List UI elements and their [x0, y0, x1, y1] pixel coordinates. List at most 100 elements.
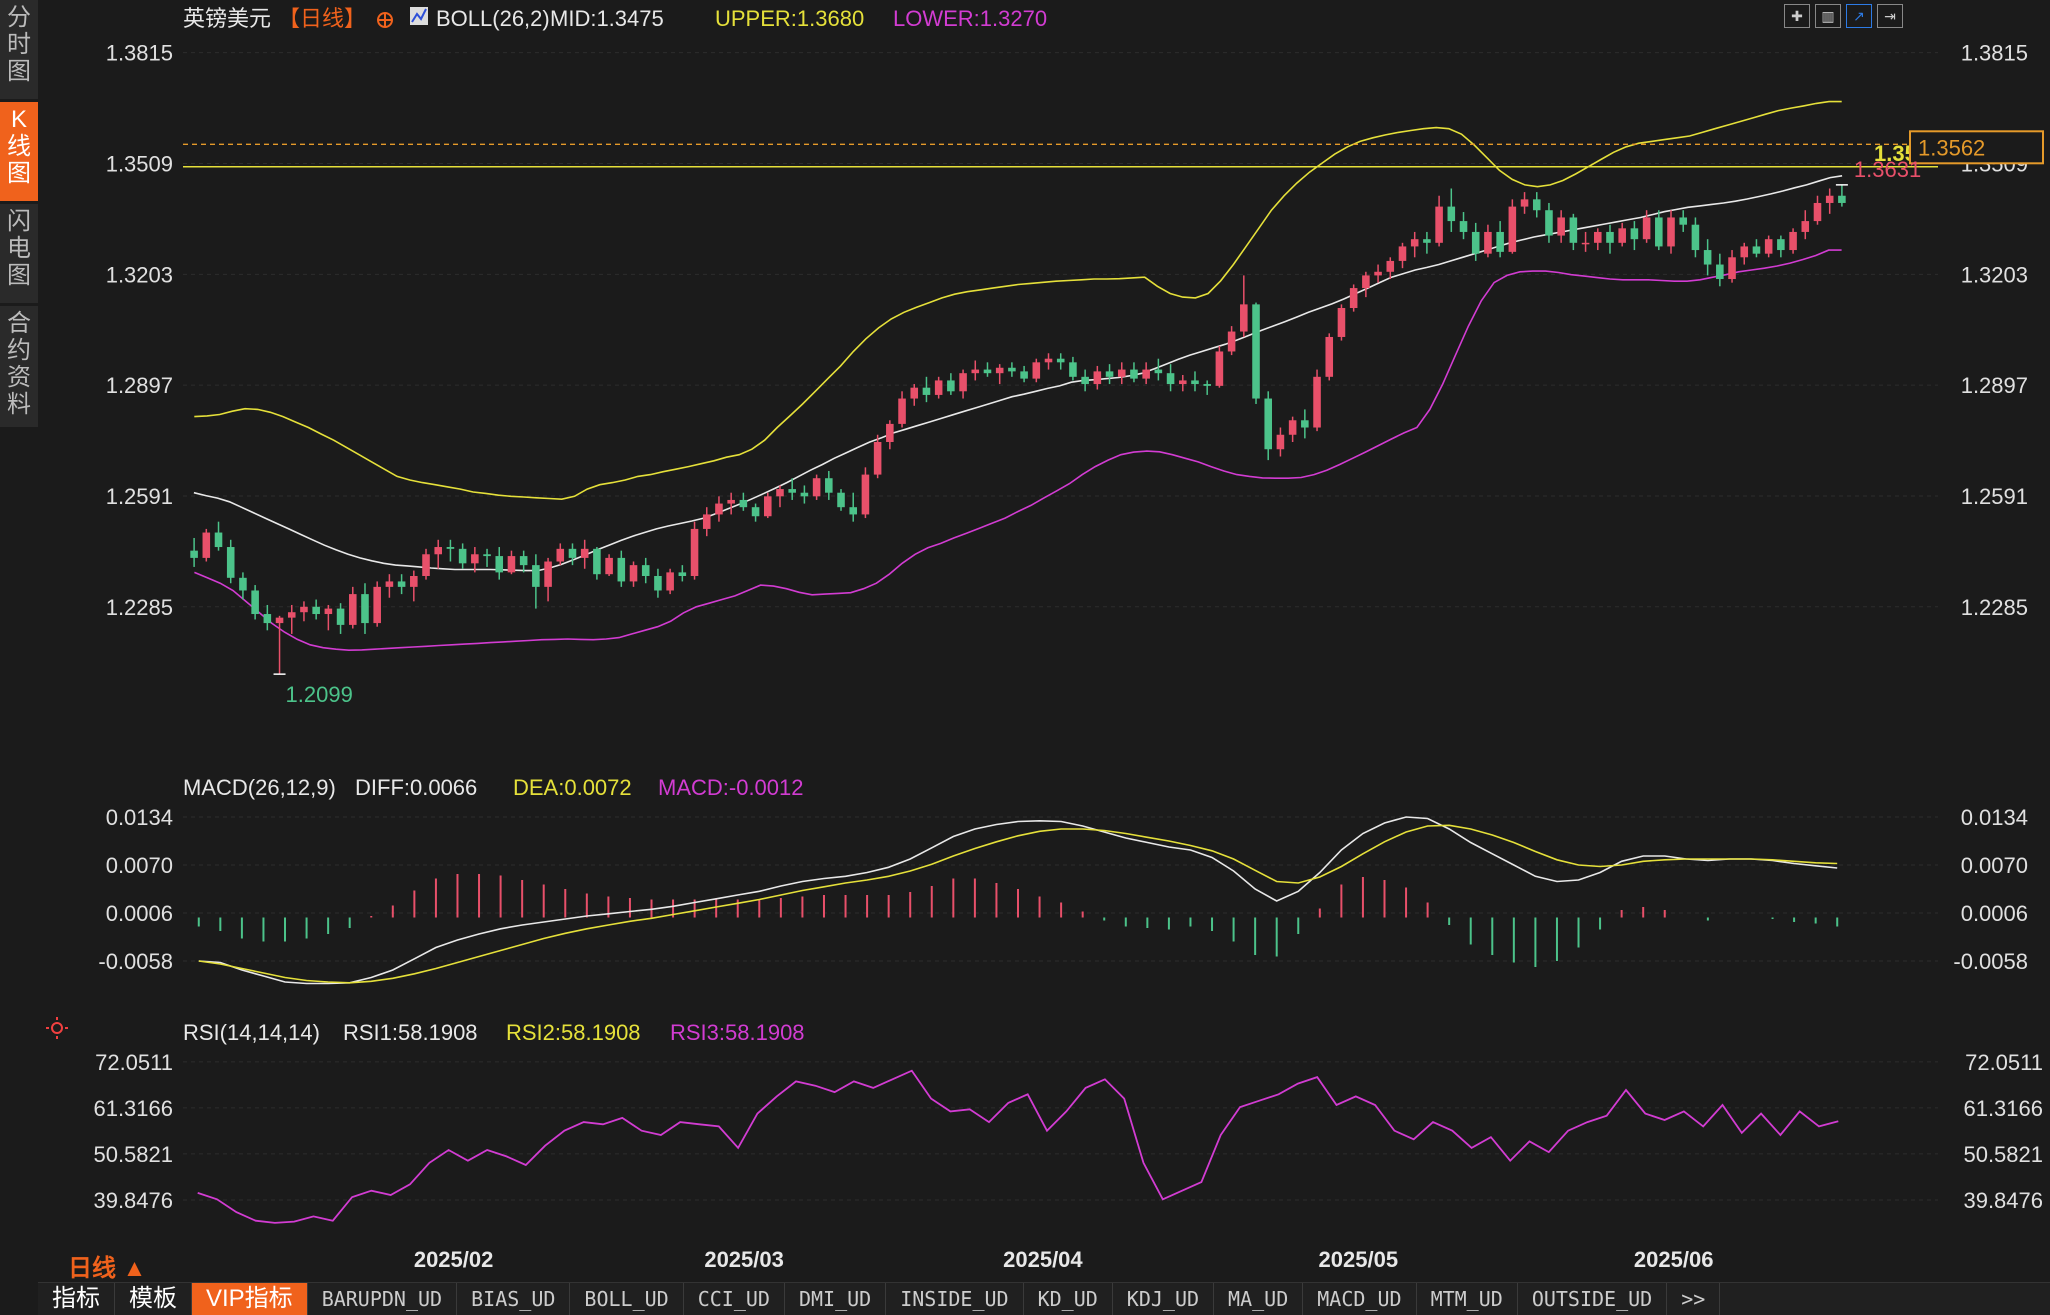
candle-body	[1301, 420, 1309, 428]
tab-vip-indicators[interactable]: VIP指标	[192, 1283, 308, 1315]
candle	[544, 557, 552, 602]
candle-body	[507, 556, 516, 573]
crosshair-icon[interactable]: ✚	[1784, 4, 1810, 28]
candle	[1240, 275, 1248, 337]
candle	[458, 543, 467, 569]
tab-ma-ud[interactable]: MA_UD	[1214, 1283, 1304, 1315]
period-selector[interactable]: 日线 ▲	[68, 1248, 146, 1283]
tab-bias-ud[interactable]: BIAS_UD	[457, 1283, 571, 1315]
tab-flash-chart[interactable]: 闪电图	[0, 204, 38, 304]
candle	[422, 548, 430, 580]
candle-body	[641, 565, 650, 576]
tab-cci-ud[interactable]: CCI_UD	[684, 1283, 785, 1315]
candle	[1349, 284, 1358, 312]
tab-kdj-ud[interactable]: KDJ_UD	[1113, 1283, 1215, 1315]
expand-icon[interactable]: ⇥	[1877, 4, 1903, 28]
candle	[873, 434, 882, 479]
candle-body	[1667, 217, 1675, 247]
tab-contract-info[interactable]: 合约资料	[0, 306, 38, 428]
candle-body	[788, 489, 796, 493]
candle	[1081, 369, 1089, 392]
candle	[1508, 199, 1517, 254]
candle-body	[251, 590, 259, 615]
candle-body	[1166, 373, 1175, 385]
indicator-icon[interactable]	[410, 7, 428, 25]
candle	[287, 604, 296, 634]
candle	[1313, 369, 1321, 432]
candle	[300, 601, 308, 622]
candle	[1813, 195, 1822, 225]
candle	[1276, 427, 1285, 457]
candle-body	[1423, 239, 1431, 243]
candle	[239, 572, 247, 600]
candle-body	[629, 565, 638, 582]
candle-body	[776, 489, 784, 497]
price-tick-left: 1.2285	[106, 595, 173, 620]
candle-body	[715, 503, 723, 515]
candle	[1545, 202, 1553, 243]
tab-kline[interactable]: K线图	[0, 102, 38, 202]
candle	[702, 507, 711, 537]
candle	[898, 391, 906, 428]
rsi-tick-left: 50.5821	[93, 1142, 173, 1167]
price-tick-left: 1.2591	[106, 484, 173, 509]
candle-body	[1545, 210, 1553, 236]
candle	[1581, 231, 1590, 252]
boll-lower: LOWER:1.3270	[893, 6, 1047, 31]
macd-tick-left: -0.0058	[98, 949, 173, 974]
candle-body	[1093, 371, 1102, 385]
price-annotations: 1.35001.35621.36311.2099	[183, 130, 2044, 707]
date-tick: 2025/03	[704, 1247, 784, 1272]
tab-kd-ud[interactable]: KD_UD	[1024, 1283, 1113, 1315]
candle-body	[1252, 304, 1260, 399]
tab-mtm-ud[interactable]: MTM_UD	[1417, 1283, 1518, 1315]
tab-more[interactable]: >>	[1667, 1283, 1721, 1315]
candle-body	[397, 581, 406, 587]
macd-tick-right: 0.0134	[1961, 805, 2028, 830]
tab-dmi-ud[interactable]: DMI_UD	[785, 1283, 887, 1315]
candle-body	[739, 499, 748, 508]
boll-upper: UPPER:1.3680	[715, 6, 864, 31]
tab-indicators[interactable]: 指标	[38, 1283, 115, 1315]
sun-icon[interactable]	[46, 1017, 68, 1039]
rsi-tick-left: 61.3166	[93, 1096, 173, 1121]
candle-body	[1691, 224, 1700, 251]
tab-templates[interactable]: 模板	[115, 1283, 192, 1315]
candle	[1178, 375, 1187, 392]
tab-timeshare[interactable]: 分时图	[0, 0, 38, 100]
candle	[739, 492, 748, 511]
candle	[1252, 302, 1260, 404]
candle	[1716, 253, 1724, 287]
chart-area[interactable]: 英镑美元 【日线】 BOLL(26,2) MID:1.3475 UPPER:1.…	[38, 0, 2050, 1282]
tab-boll-ud[interactable]: BOLL_UD	[570, 1283, 684, 1315]
candle-body	[605, 557, 613, 575]
bar-chart-icon[interactable]: ▥	[1815, 4, 1841, 28]
candle	[1166, 364, 1175, 392]
candle-body	[1069, 362, 1077, 377]
candle	[471, 547, 479, 573]
settings-icon[interactable]	[377, 12, 393, 28]
candle	[1435, 195, 1443, 247]
candle	[483, 548, 491, 567]
candle	[1630, 221, 1639, 251]
candle-body	[336, 608, 345, 625]
candle-body	[751, 507, 760, 517]
candle-body	[471, 554, 479, 564]
tab-macd-ud[interactable]: MACD_UD	[1303, 1283, 1417, 1315]
candle-body	[727, 499, 735, 504]
tab-outside-ud[interactable]: OUTSIDE_UD	[1518, 1283, 1668, 1315]
candle	[214, 521, 223, 551]
line-chart-icon[interactable]: ↗	[1846, 4, 1872, 28]
tab-inside-ud[interactable]: INSIDE_UD	[886, 1283, 1024, 1315]
candle-body	[1728, 257, 1736, 280]
candle-body	[971, 369, 980, 374]
candle	[190, 537, 198, 567]
tab-barupdn-ud[interactable]: BARUPDN_UD	[308, 1283, 458, 1315]
candle	[910, 384, 919, 406]
candle	[666, 568, 674, 595]
candle	[1410, 231, 1419, 258]
candle-body	[495, 556, 504, 573]
candle-body	[1154, 369, 1163, 374]
candle-body	[1410, 239, 1419, 247]
candle	[519, 550, 528, 573]
